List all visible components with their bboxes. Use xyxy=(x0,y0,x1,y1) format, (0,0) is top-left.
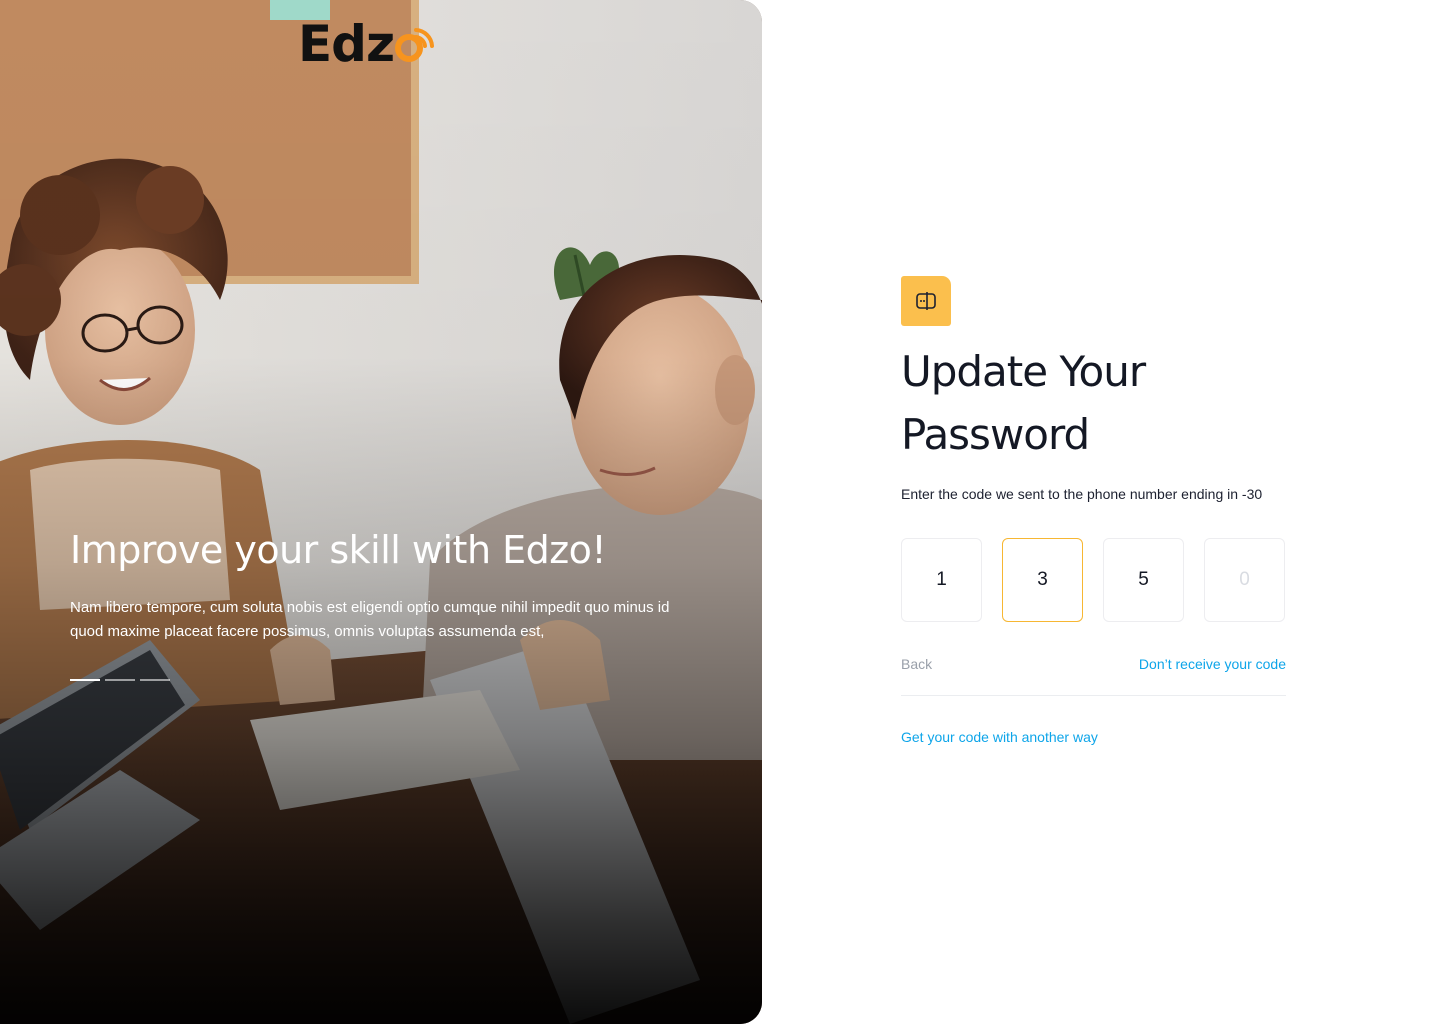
resend-code-link[interactable]: Don’t receive your code xyxy=(1139,656,1286,672)
logo-signal-icon xyxy=(395,28,435,62)
back-link[interactable]: Back xyxy=(901,656,932,672)
code-digit-2[interactable] xyxy=(1002,538,1083,622)
code-input-group xyxy=(901,538,1286,622)
code-digit-3[interactable] xyxy=(1103,538,1184,622)
lock-badge xyxy=(901,276,951,326)
page-title: Update Your Password xyxy=(901,347,1146,459)
hero-title: Improve your skill with Edzo! xyxy=(70,528,607,572)
alt-method-link[interactable]: Get your code with another way xyxy=(901,729,1098,745)
instruction-text: Enter the code we sent to the phone numb… xyxy=(901,486,1263,502)
carousel-indicator xyxy=(70,679,170,681)
carousel-dot-2[interactable] xyxy=(105,679,135,681)
hero-gradient-overlay xyxy=(0,0,762,1024)
hero-panel: Edz Improve your skill with Edzo! Nam li… xyxy=(0,0,762,1024)
alt-method-row: Get your code with another way xyxy=(901,727,1286,746)
hero-description: Nam libero tempore, cum soluta nobis est… xyxy=(70,599,670,640)
brand-logo-mark xyxy=(394,16,435,72)
lock-icon xyxy=(916,292,936,310)
carousel-dot-3[interactable] xyxy=(140,679,170,681)
brand-logo[interactable]: Edz xyxy=(298,15,435,73)
carousel-dot-1[interactable] xyxy=(70,679,100,681)
form-actions: Back Don’t receive your code xyxy=(901,654,1286,674)
verification-form: Update Your Password Enter the code we s… xyxy=(901,276,1286,746)
code-digit-4[interactable] xyxy=(1204,538,1285,622)
code-digit-1[interactable] xyxy=(901,538,982,622)
brand-logo-text: Edz xyxy=(298,15,395,73)
divider xyxy=(901,695,1286,696)
